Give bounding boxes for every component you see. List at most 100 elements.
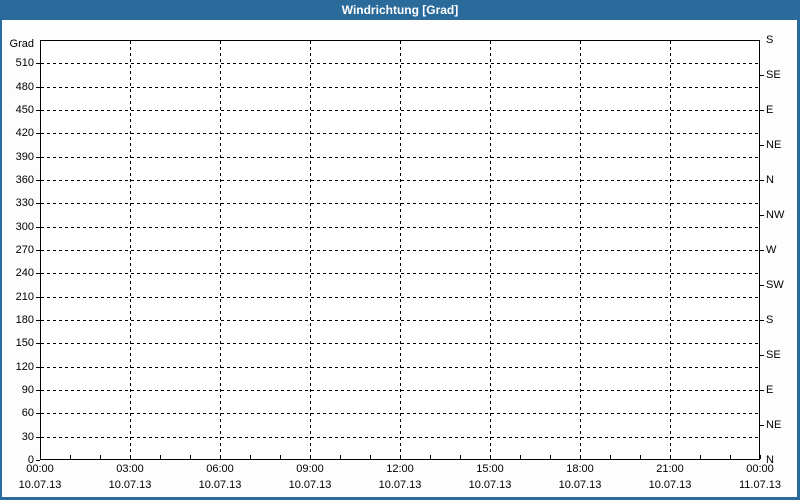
x-axis-time-label: 00:00 [26, 463, 54, 475]
compass-tick [760, 75, 764, 76]
y-axis-tick [36, 250, 40, 251]
compass-tick-label: NW [766, 209, 785, 221]
y-axis-tick-label: 240 [15, 267, 34, 279]
x-minor-tick [490, 455, 491, 459]
x-axis-date-label: 10.07.13 [288, 479, 332, 491]
y-axis-tick-label: 360 [15, 174, 34, 186]
x-minor-tick [700, 455, 701, 459]
x-minor-tick [100, 455, 101, 459]
y-axis-tick-label: 120 [15, 361, 34, 373]
compass-tick [760, 390, 764, 391]
y-axis-tick [36, 390, 40, 391]
y-axis-tick [36, 227, 40, 228]
x-minor-tick [520, 455, 521, 459]
y-axis-tick-label: 480 [15, 81, 34, 93]
compass-tick-label: NE [766, 139, 782, 151]
compass-tick [760, 285, 764, 286]
x-axis-time-label: 06:00 [206, 463, 234, 475]
x-gridline [130, 41, 131, 459]
compass-tick [760, 425, 764, 426]
y-axis-tick-label: 150 [15, 337, 34, 349]
y-axis-tick-label: 60 [21, 407, 34, 419]
x-gridline [220, 41, 221, 459]
compass-tick-label: W [766, 244, 777, 256]
x-minor-tick [640, 455, 641, 459]
x-axis-time-label: 21:00 [656, 463, 684, 475]
y-axis-tick-label: 210 [15, 291, 34, 303]
x-gridline [310, 41, 311, 459]
y-axis-tick [36, 273, 40, 274]
y-axis-tick [36, 297, 40, 298]
compass-tick [760, 110, 764, 111]
compass-tick-label: S [766, 314, 774, 326]
x-minor-tick [400, 455, 401, 459]
compass-tick-label: SE [766, 349, 781, 361]
compass-tick-label: SW [766, 279, 784, 291]
y-axis-tick-label: 390 [15, 151, 34, 163]
x-minor-tick [160, 455, 161, 459]
x-axis-date-label: 11.07.13 [738, 479, 781, 491]
y-axis-tick-label: 510 [15, 57, 34, 69]
x-axis-date-label: 10.07.13 [18, 479, 62, 491]
x-minor-tick [610, 455, 611, 459]
x-minor-tick [370, 455, 371, 459]
compass-tick [760, 215, 764, 216]
x-axis-date-label: 10.07.13 [468, 479, 512, 491]
x-minor-tick [730, 455, 731, 459]
x-gridline [490, 41, 491, 459]
y-axis-tick [36, 180, 40, 181]
frame-border-left [0, 20, 2, 500]
x-axis-time-label: 00:00 [746, 463, 774, 475]
chart-canvas: Grad 510 480 450 420 390 360 330 300 270 240 210 180… [0, 0, 800, 500]
compass-tick [760, 250, 764, 251]
y-axis-tick-label: 90 [21, 384, 34, 396]
x-minor-tick [580, 455, 581, 459]
y-axis-tick [36, 437, 40, 438]
compass-tick-label: E [766, 104, 774, 116]
y-axis-tick-label: 270 [15, 244, 34, 256]
compass-tick [760, 320, 764, 321]
x-axis-time-label: 03:00 [116, 463, 144, 475]
y-axis-tick-label: 450 [15, 104, 34, 116]
y-axis-tick [36, 367, 40, 368]
x-minor-tick [220, 455, 221, 459]
y-axis-tick [36, 460, 40, 461]
x-gridline [670, 41, 671, 459]
y-axis-tick-label: 180 [15, 314, 34, 326]
x-minor-tick [70, 455, 71, 459]
compass-tick-label: E [766, 384, 774, 396]
x-gridline [400, 41, 401, 459]
compass-tick-label: SE [766, 69, 781, 81]
chart-window: Windrichtung [Grad] Grad 510 480 450 420 390 3… [0, 0, 800, 500]
x-gridline [580, 41, 581, 459]
y-axis-tick [36, 110, 40, 111]
y-axis-tick [36, 133, 40, 134]
y-axis-tick-label: 420 [15, 127, 34, 139]
y-axis-tick [36, 413, 40, 414]
x-minor-tick [310, 455, 311, 459]
compass-tick-label: N [766, 174, 774, 186]
x-minor-tick [130, 455, 131, 459]
y-axis-tick [36, 343, 40, 344]
y-axis-tick [36, 63, 40, 64]
compass-tick-label: S [766, 34, 774, 46]
x-minor-tick [550, 455, 551, 459]
x-minor-tick [460, 455, 461, 459]
y-axis-tick [36, 87, 40, 88]
x-axis-time-label: 12:00 [386, 463, 414, 475]
compass-tick [760, 180, 764, 181]
x-axis-time-label: 18:00 [566, 463, 594, 475]
x-minor-tick [430, 455, 431, 459]
x-minor-tick [190, 455, 191, 459]
x-axis-date-label: 10.07.13 [198, 479, 242, 491]
x-axis-date-label: 10.07.13 [378, 479, 422, 491]
y-axis-tick-label: 330 [15, 197, 34, 209]
x-axis-date-label: 10.07.13 [648, 479, 692, 491]
y-axis-tick [36, 320, 40, 321]
x-axis-time-label: 09:00 [296, 463, 324, 475]
compass-tick-label: NE [766, 419, 782, 431]
x-minor-tick [280, 455, 281, 459]
x-axis-date-label: 10.07.13 [108, 479, 152, 491]
y-axis-tick [36, 203, 40, 204]
x-axis-time-label: 15:00 [476, 463, 504, 475]
